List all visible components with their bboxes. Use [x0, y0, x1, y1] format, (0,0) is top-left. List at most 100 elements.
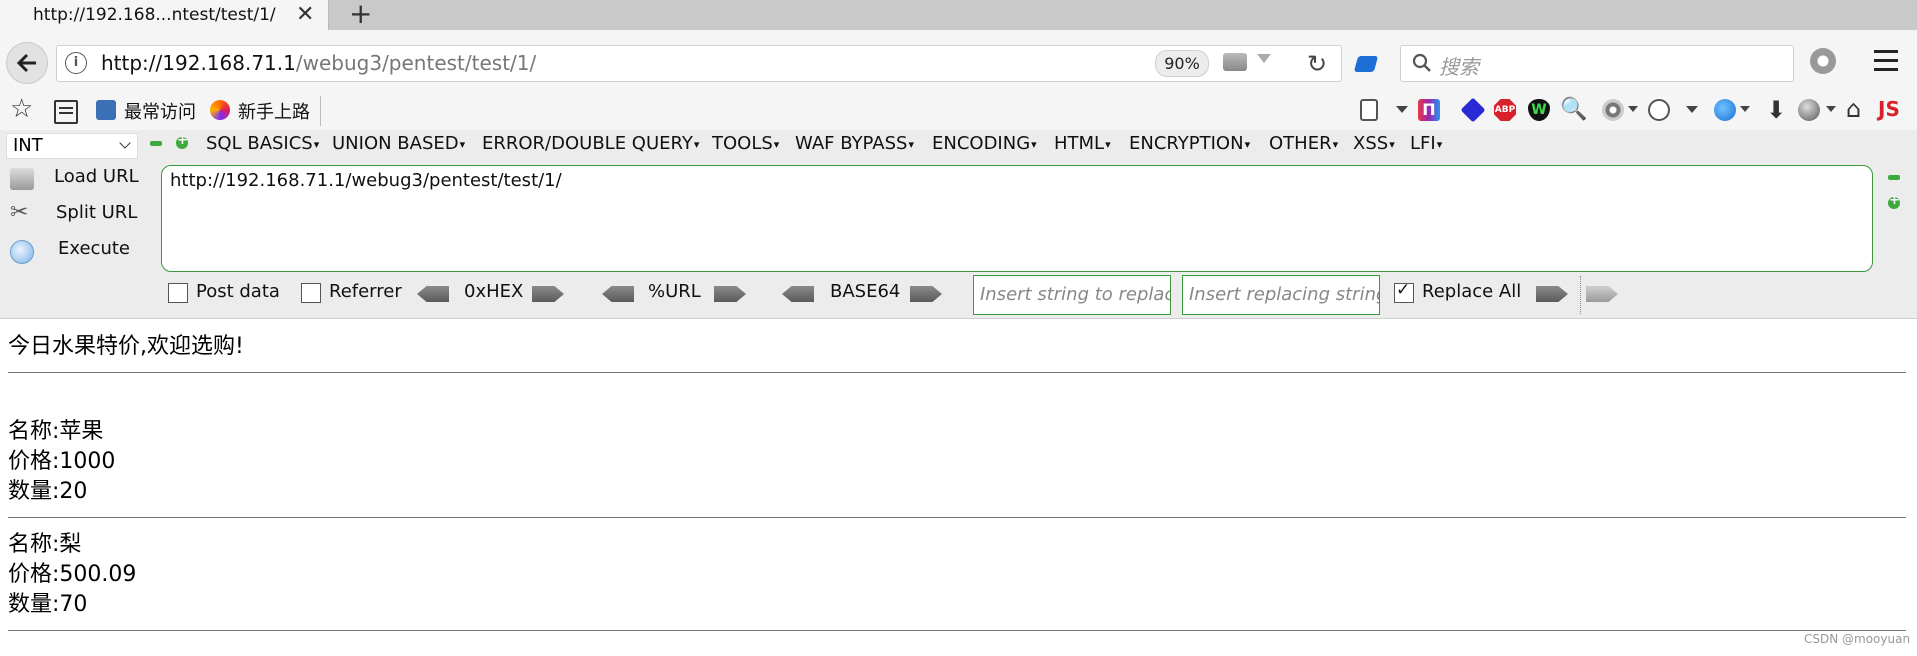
bookmark-getting-started[interactable]: 新手上路 [238, 98, 310, 124]
replace-arrow-icon[interactable] [1536, 286, 1568, 302]
star-icon[interactable]: ☆ [10, 94, 33, 124]
gear-icon[interactable] [1810, 48, 1836, 74]
decrease-icon[interactable] [150, 141, 162, 146]
divider [8, 630, 1906, 631]
url-encode-label: %URL [648, 281, 701, 302]
load-url-button[interactable]: Load URL [54, 166, 139, 187]
network-icon[interactable] [1223, 53, 1247, 71]
reload-icon[interactable]: ↻ [1307, 50, 1327, 78]
replace-next-arrow-icon[interactable] [1586, 286, 1618, 302]
chevron-down-icon[interactable] [1257, 54, 1271, 63]
type-select[interactable]: INT [6, 133, 138, 159]
firefox-icon [210, 100, 230, 120]
url-textarea[interactable]: http://192.168.71.1/webug3/pentest/test/… [161, 165, 1873, 272]
referrer-checkbox[interactable] [301, 283, 321, 303]
chevron-down-icon[interactable] [1826, 106, 1836, 112]
disk-icon[interactable] [1798, 99, 1820, 121]
url-text[interactable]: http://192.168.71.1/webug3/pentest/test/… [101, 51, 536, 75]
split-url-button[interactable]: Split URL [56, 202, 137, 223]
url-host: http://192.168.71.1 [101, 51, 296, 75]
chevron-down-icon[interactable] [1396, 106, 1408, 113]
menu-encryption[interactable]: ENCRYPTION [1129, 133, 1250, 154]
menu-xss[interactable]: XSS [1353, 133, 1395, 154]
menu-encoding[interactable]: ENCODING [932, 133, 1037, 154]
zoom-level-badge[interactable]: 90% [1155, 50, 1209, 77]
replace-all-checkbox[interactable] [1394, 280, 1414, 303]
increase-icon[interactable] [176, 133, 188, 149]
bookmark-most-visited[interactable]: 最常访问 [124, 98, 196, 124]
product-quantity: 数量:70 [8, 592, 88, 617]
search-placeholder: 搜索 [1439, 55, 1479, 79]
close-tab-icon[interactable]: ✕ [296, 2, 314, 27]
menu-sql-basics[interactable]: SQL BASICS [206, 133, 319, 154]
wot-shield-icon[interactable]: W [1528, 99, 1550, 121]
expand-icon[interactable] [1888, 193, 1900, 209]
inspector-icon[interactable]: 🔍 [1560, 97, 1587, 122]
replace-with-placeholder: Insert replacing string [1189, 284, 1380, 305]
layers-icon[interactable] [1460, 97, 1486, 123]
chevron-down-icon[interactable] [1628, 106, 1638, 112]
search-bar[interactable]: 搜索 [1400, 45, 1794, 82]
load-url-icon [10, 168, 34, 190]
menu-tools[interactable]: TOOLS [712, 133, 779, 154]
base64-decode-arrow-icon[interactable] [782, 286, 814, 302]
library-icon[interactable] [54, 100, 78, 124]
page-heading: 今日水果特价,欢迎选购! [8, 334, 244, 359]
chevron-down-icon[interactable] [1740, 106, 1750, 112]
tab-title: http://192.168...ntest/test/1/ [33, 5, 276, 25]
back-arrow-icon [16, 53, 36, 73]
menu-lfi[interactable]: LFI [1410, 133, 1442, 154]
chevron-down-icon [119, 137, 131, 149]
new-tab-button[interactable]: + [349, 0, 372, 28]
post-data-label: Post data [196, 281, 280, 302]
url-decode-arrow-icon[interactable] [602, 286, 634, 302]
hex-encode-arrow-icon[interactable] [532, 286, 564, 302]
product-item: 名称:梨 价格:500.09 数量:70 [8, 530, 1906, 620]
radar-icon[interactable] [1602, 99, 1624, 121]
post-data-checkbox[interactable] [168, 283, 188, 303]
divider [8, 372, 1906, 373]
divider [1580, 276, 1581, 314]
watermark: CSDN @mooyuan [1804, 632, 1911, 646]
product-item: 名称:苹果 价格:1000 数量:20 [8, 417, 1906, 507]
page-copy-icon[interactable] [1360, 99, 1378, 121]
url-bar[interactable]: i http://192.168.71.1/webug3/pentest/tes… [56, 45, 1342, 82]
menu-error-double-query[interactable]: ERROR/DOUBLE QUERY [482, 133, 699, 154]
menu-waf-bypass[interactable]: WAF BYPASS [795, 133, 914, 154]
home-icon[interactable]: ⌂ [1846, 95, 1861, 123]
hamburger-menu-icon[interactable] [1874, 50, 1898, 77]
menu-other[interactable]: OTHER [1269, 133, 1338, 154]
back-button[interactable] [6, 42, 48, 84]
most-visited-icon [96, 100, 116, 120]
replace-all-label: Replace All [1422, 281, 1522, 302]
cookie-icon[interactable] [1648, 99, 1670, 121]
translate-icon[interactable] [1714, 99, 1736, 121]
site-info-icon[interactable]: i [65, 52, 87, 74]
scissors-icon: ✂ [10, 200, 29, 225]
pocket-icon[interactable] [1353, 56, 1379, 72]
replace-with-input[interactable]: Insert replacing string [1182, 275, 1380, 315]
download-icon[interactable]: ⬇ [1766, 96, 1786, 124]
adblock-plus-icon[interactable]: ABP [1494, 99, 1516, 121]
page-content: 今日水果特价,欢迎选购! 名称:苹果 价格:1000 数量:20 名称:梨 价格… [8, 318, 1906, 631]
replace-find-input[interactable]: Insert string to replace [973, 275, 1171, 315]
divider [8, 517, 1906, 518]
execute-icon [10, 240, 34, 264]
product-quantity: 数量:20 [8, 479, 88, 504]
bookmarks-separator [320, 96, 321, 126]
execute-button[interactable]: Execute [58, 238, 130, 259]
chevron-down-icon[interactable] [1686, 106, 1698, 113]
tab-active[interactable]: http://192.168...ntest/test/1/ ✕ [0, 0, 329, 30]
hex-decode-arrow-icon[interactable] [417, 286, 449, 302]
hex-label: 0xHEX [464, 281, 524, 302]
url-textarea-value: http://192.168.71.1/webug3/pentest/test/… [170, 170, 562, 191]
base64-encode-arrow-icon[interactable] [910, 286, 942, 302]
hackbar-icon[interactable]: П [1418, 99, 1440, 121]
menu-html[interactable]: HTML [1054, 133, 1111, 154]
url-encode-arrow-icon[interactable] [714, 286, 746, 302]
product-name: 名称:梨 [8, 532, 82, 557]
js-icon[interactable]: JS [1878, 97, 1900, 121]
bookmarks-toolbar: ☆ 最常访问 新手上路 П ABP W 🔍 ⬇ ⌂ JS [0, 92, 1917, 131]
menu-union-based[interactable]: UNION BASED [332, 133, 465, 154]
collapse-icon[interactable] [1888, 175, 1900, 180]
